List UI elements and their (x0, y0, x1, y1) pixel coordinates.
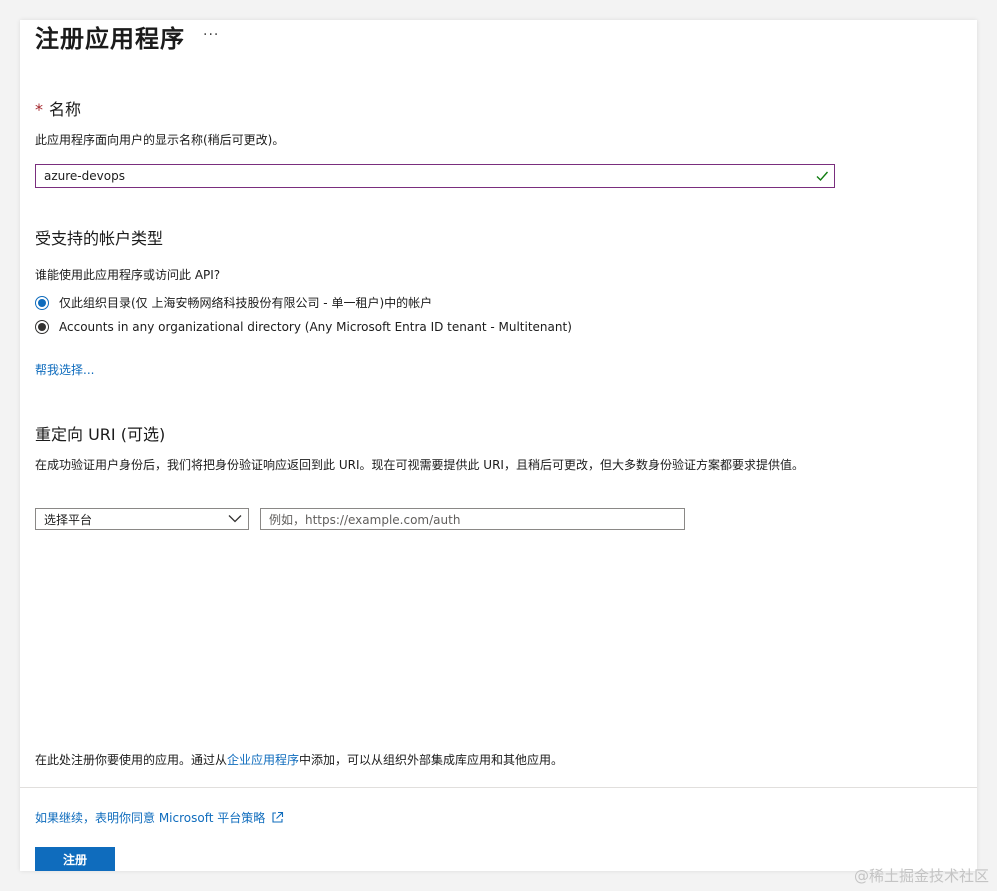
register-app-panel: 注册应用程序 ··· * 名称 此应用程序面向用户的显示名称(稍后可更改)。 受支… (20, 20, 977, 871)
radio-label: 仅此组织目录(仅 上海安畅网络科技股份有限公司 - 单一租户)中的帐户 (59, 296, 433, 310)
name-input[interactable] (36, 166, 814, 186)
radio-label: Accounts in any organizational directory… (59, 320, 572, 334)
platform-policy-label: 如果继续，表明你同意 Microsoft 平台策略 (35, 811, 266, 825)
name-field[interactable] (35, 164, 835, 188)
register-note: 在此处注册你要使用的应用。通过从企业应用程序中添加，可以从组织外部集成库应用和其… (35, 751, 563, 768)
account-type-option-multitenant[interactable]: Accounts in any organizational directory… (35, 320, 572, 334)
account-types-title: 受支持的帐户类型 (35, 229, 164, 248)
enterprise-apps-link[interactable]: 企业应用程序 (227, 753, 299, 767)
account-type-option-single-tenant[interactable]: 仅此组织目录(仅 上海安畅网络科技股份有限公司 - 单一租户)中的帐户 (35, 294, 432, 311)
register-button[interactable]: 注册 (35, 847, 115, 871)
redirect-uri-input[interactable] (261, 510, 684, 530)
chevron-down-icon (228, 512, 242, 526)
watermark: @稀土掘金技术社区 (853, 867, 989, 885)
redirect-uri-description: 在成功验证用户身份后，我们将把身份验证响应返回到此 URI。现在可视需要提供此 … (35, 458, 804, 472)
platform-select[interactable]: 选择平台 (35, 508, 249, 530)
required-mark: * (35, 100, 43, 119)
name-description: 此应用程序面向用户的显示名称(稍后可更改)。 (35, 133, 285, 147)
help-me-choose-link[interactable]: 帮我选择... (35, 361, 94, 378)
account-types-question: 谁能使用此应用程序或访问此 API? (35, 268, 221, 282)
register-note-suffix: 中添加，可以从组织外部集成库应用和其他应用。 (299, 753, 564, 767)
page-title: 注册应用程序 (35, 25, 185, 53)
redirect-uri-title: 重定向 URI (可选) (35, 425, 166, 444)
external-link-icon (271, 811, 284, 824)
name-label: 名称 (49, 100, 82, 119)
register-note-prefix: 在此处注册你要使用的应用。通过从 (35, 753, 228, 767)
radio-selected-icon[interactable] (35, 295, 49, 310)
check-icon (814, 168, 830, 184)
redirect-uri-field[interactable] (260, 508, 685, 530)
platform-select-value: 选择平台 (44, 512, 93, 527)
platform-policy-link[interactable]: 如果继续，表明你同意 Microsoft 平台策略 (35, 809, 284, 826)
name-section-title: * 名称 (35, 99, 81, 121)
radio-icon[interactable] (35, 320, 49, 334)
more-options-button[interactable]: ··· (203, 27, 219, 43)
footer-divider (20, 787, 977, 788)
